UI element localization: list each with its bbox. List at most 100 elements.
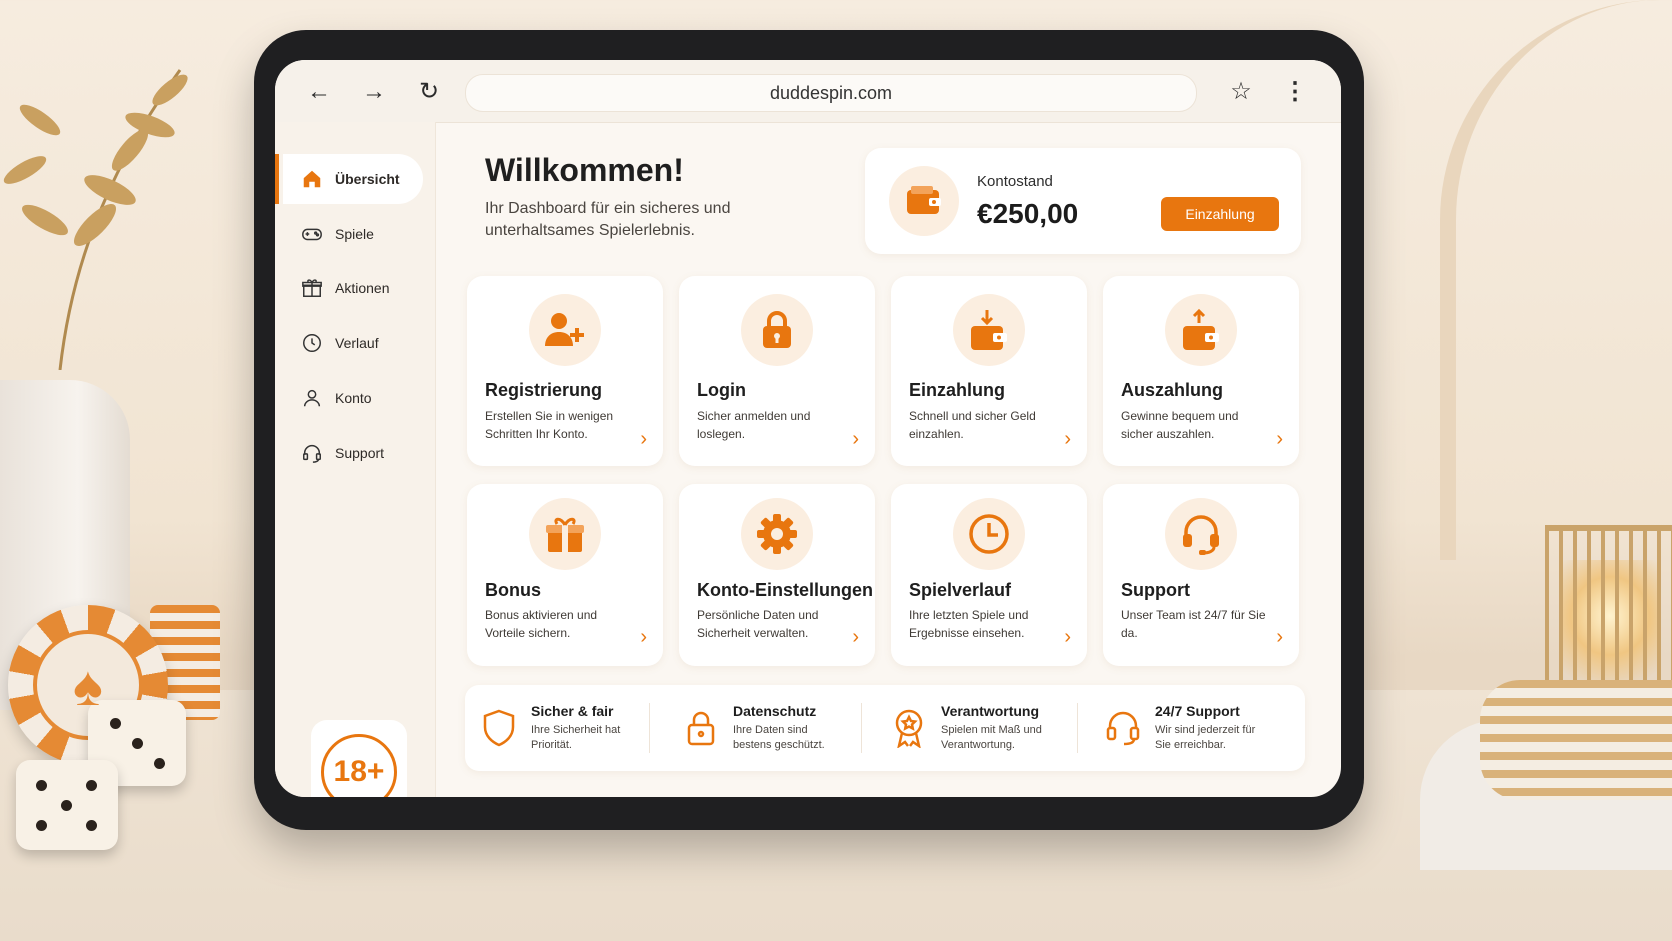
tile-description: Persönliche Daten und Sicherheit verwalt… xyxy=(697,608,819,640)
tile-description: Unser Team ist 24/7 für Sie da. xyxy=(1121,608,1266,640)
sidebar-item-uebersicht[interactable]: Übersicht xyxy=(275,154,423,204)
plant-decoration xyxy=(3,69,188,370)
lock-icon xyxy=(741,294,813,366)
sidebar-item-konto[interactable]: Konto xyxy=(283,373,423,423)
tile-login[interactable]: Login Sicher anmelden und loslegen. › xyxy=(679,276,875,466)
trust-title: 24/7 Support xyxy=(1155,703,1240,719)
tile-title: Einzahlung xyxy=(909,380,1005,400)
shield-icon xyxy=(479,707,519,749)
trust-item-support: 24/7 Support Wir sind jederzeit für Sie … xyxy=(1089,685,1299,771)
chevron-right-icon: › xyxy=(1276,428,1283,450)
sidebar-item-label: Spiele xyxy=(335,226,374,242)
star-icon[interactable]: ☆ xyxy=(1227,78,1255,106)
trust-item-datenschutz: Datenschutz Ihre Daten sind bestens gesc… xyxy=(667,685,877,771)
divider xyxy=(861,703,862,753)
tile-title: Login xyxy=(697,380,746,400)
tile-konto-einstellungen[interactable]: Konto-Einstellungen Persönliche Daten un… xyxy=(679,484,875,666)
dice-decoration xyxy=(16,760,118,850)
tile-title: Spielverlauf xyxy=(909,580,1012,600)
tile-bonus[interactable]: Bonus Bonus aktivieren und Vorteile sich… xyxy=(467,484,663,666)
award-icon xyxy=(889,707,929,749)
tile-description: Erstellen Sie in wenigen Schritten Ihr K… xyxy=(485,409,614,441)
back-icon[interactable]: ← xyxy=(305,78,333,106)
sidebar-item-spiele[interactable]: Spiele xyxy=(283,209,423,259)
sidebar-item-label: Übersicht xyxy=(335,171,400,187)
add-user-icon xyxy=(529,294,601,366)
age-restriction-badge: 18+ xyxy=(311,720,407,797)
tile-title: Registrierung xyxy=(485,380,603,400)
headset-icon xyxy=(299,440,325,466)
page-subtitle: Ihr Dashboard für ein sicheres und unter… xyxy=(485,200,731,239)
trust-title: Sicher & fair xyxy=(531,703,614,719)
sidebar-item-verlauf[interactable]: Verlauf xyxy=(283,318,423,368)
clock-icon xyxy=(299,330,325,356)
tile-registrierung[interactable]: Registrierung Erstellen Sie in wenigen S… xyxy=(467,276,663,466)
chevron-right-icon: › xyxy=(1064,626,1071,648)
url-text: duddespin.com xyxy=(769,82,893,103)
trust-description: Ihre Sicherheit hat Priorität. xyxy=(531,724,621,751)
browser-toolbar: ← → ↻ duddespin.com ☆ ⋮ xyxy=(275,60,1341,123)
sidebar-item-label: Verlauf xyxy=(335,335,379,351)
chevron-right-icon: › xyxy=(852,428,859,450)
sidebar-item-label: Support xyxy=(335,445,385,461)
tile-title: Support xyxy=(1121,580,1190,600)
tablet-screen: ← → ↻ duddespin.com ☆ ⋮ Übersicht Spiele… xyxy=(275,60,1341,797)
gift-icon xyxy=(529,498,601,570)
tile-description: Schnell und sicher Geld einzahlen. xyxy=(909,409,1036,441)
chevron-right-icon: › xyxy=(1064,428,1071,450)
reload-icon[interactable]: ↻ xyxy=(415,78,443,106)
page-title: Willkommen! xyxy=(485,152,684,188)
tile-einzahlung[interactable]: Einzahlung Schnell und sicher Geld einza… xyxy=(891,276,1087,466)
wallet-deposit-icon xyxy=(953,294,1025,366)
trust-title: Datenschutz xyxy=(733,703,817,719)
background-arch xyxy=(1440,0,1672,560)
wallet-icon xyxy=(889,166,959,236)
sidebar-item-label: Aktionen xyxy=(335,280,390,296)
age-restriction-text: 18+ xyxy=(321,734,397,797)
divider xyxy=(1077,703,1078,753)
tile-spielverlauf[interactable]: Spielverlauf Ihre letzten Spiele und Erg… xyxy=(891,484,1087,666)
headset-icon xyxy=(1103,707,1143,749)
sidebar-item-aktionen[interactable]: Aktionen xyxy=(283,263,423,313)
chevron-right-icon: › xyxy=(1276,626,1283,648)
trust-bar: Sicher & fair Ihre Sicherheit hat Priori… xyxy=(465,685,1305,771)
gamepad-icon xyxy=(299,221,325,247)
lock-icon xyxy=(681,707,721,749)
chevron-right-icon: › xyxy=(852,626,859,648)
sidebar-item-support[interactable]: Support xyxy=(283,428,423,478)
sidebar: Übersicht Spiele Aktionen Verlauf Konto xyxy=(275,122,436,797)
trust-description: Spielen mit Maß und Verantwortung. xyxy=(941,724,1042,751)
tile-description: Sicher anmelden und loslegen. xyxy=(697,409,811,441)
balance-label: Kontostand xyxy=(977,173,1053,190)
chip-stack-right-decoration xyxy=(1480,680,1672,800)
forward-icon[interactable]: → xyxy=(360,78,388,106)
menu-dots-icon[interactable]: ⋮ xyxy=(1281,78,1309,106)
trust-title: Verantwortung xyxy=(941,703,1040,719)
home-icon xyxy=(299,166,325,192)
wallet-withdraw-icon xyxy=(1165,294,1237,366)
tile-description: Bonus aktivieren und Vorteile sichern. xyxy=(485,608,598,640)
tile-auszahlung[interactable]: Auszahlung Gewinne bequem und sicher aus… xyxy=(1103,276,1299,466)
gear-icon xyxy=(741,498,813,570)
tile-support[interactable]: Support Unser Team ist 24/7 für Sie da. … xyxy=(1103,484,1299,666)
tile-title: Bonus xyxy=(485,580,541,600)
user-icon xyxy=(299,385,325,411)
balance-value: €250,00 xyxy=(977,198,1079,229)
headset-icon xyxy=(1165,498,1237,570)
tile-title: Auszahlung xyxy=(1121,380,1223,400)
url-bar[interactable]: duddespin.com xyxy=(465,74,1197,112)
balance-card: Kontostand €250,00 Einzahlung xyxy=(865,148,1301,254)
sidebar-item-label: Konto xyxy=(335,390,372,406)
deposit-button[interactable]: Einzahlung xyxy=(1161,197,1279,231)
trust-description: Wir sind jederzeit für Sie erreichbar. xyxy=(1155,724,1256,751)
tile-description: Ihre letzten Spiele und Ergebnisse einse… xyxy=(909,608,1029,640)
gift-icon xyxy=(299,275,325,301)
clock-icon xyxy=(953,498,1025,570)
chevron-right-icon: › xyxy=(640,428,647,450)
trust-item-sicher: Sicher & fair Ihre Sicherheit hat Priori… xyxy=(465,685,675,771)
tile-description: Gewinne bequem und sicher auszahlen. xyxy=(1121,409,1239,441)
trust-item-verantwortung: Verantwortung Spielen mit Maß und Verant… xyxy=(875,685,1085,771)
spade-icon: ♠ xyxy=(73,653,103,717)
chevron-right-icon: › xyxy=(640,626,647,648)
divider xyxy=(649,703,650,753)
